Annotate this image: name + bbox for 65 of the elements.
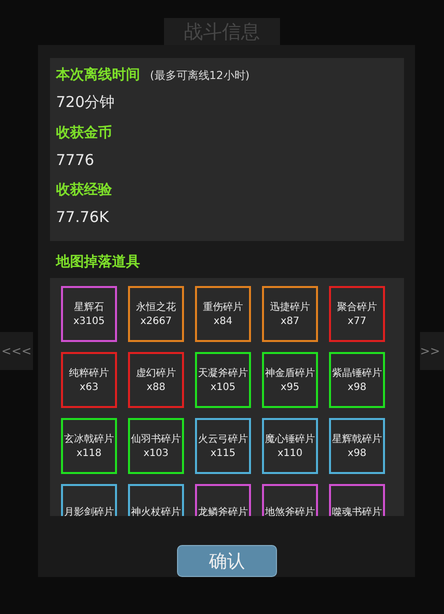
item-name: 天凝斧碎片 — [198, 366, 248, 380]
previous-button[interactable]: <<< — [0, 332, 33, 370]
item-name: 虚幻碎片 — [136, 366, 176, 380]
item-slot[interactable]: 仙羽书碎片 x103 — [128, 418, 184, 474]
item-slot[interactable]: 星辉戟碎片 x98 — [329, 418, 385, 474]
item-slot[interactable]: 天凝斧碎片 x105 — [195, 352, 251, 408]
item-count: x87 — [280, 316, 300, 328]
summary-value: 77.76K — [56, 208, 110, 226]
item-name: 地煞斧碎片 — [265, 506, 315, 516]
item-slot[interactable]: 虚幻碎片 x88 — [128, 352, 184, 408]
item-name: 玄冰戟碎片 — [64, 432, 114, 446]
item-slot[interactable]: 魔心锤碎片 x110 — [262, 418, 318, 474]
item-count: x105 — [210, 382, 236, 394]
item-slot[interactable]: 神火杖碎片 — [128, 484, 184, 516]
item-slot[interactable]: 神金盾碎片 x95 — [262, 352, 318, 408]
item-name: 永恒之花 — [136, 300, 176, 314]
item-name: 星辉戟碎片 — [332, 432, 382, 446]
item-slot[interactable]: 永恒之花 x2667 — [128, 286, 184, 342]
summary-label: 本次离线时间 — [56, 66, 140, 84]
item-count: x103 — [143, 448, 168, 460]
item-slot[interactable]: 月影剑碎片 — [61, 484, 117, 516]
item-slot[interactable]: 玄冰戟碎片 x118 — [61, 418, 117, 474]
item-slot[interactable]: 龙鳞斧碎片 — [195, 484, 251, 516]
item-slot[interactable]: 火云弓碎片 x115 — [195, 418, 251, 474]
item-count: x98 — [348, 448, 366, 460]
item-slot[interactable]: 聚合碎片 x77 — [329, 286, 385, 342]
item-name: 紫晶锤碎片 — [332, 366, 382, 380]
item-name: 火云弓碎片 — [198, 432, 248, 446]
item-name: 星辉石 — [74, 300, 104, 314]
item-name: 月影剑碎片 — [64, 506, 114, 516]
item-slot[interactable]: 紫晶锤碎片 x98 — [329, 352, 385, 408]
item-name: 龙鳞斧碎片 — [198, 506, 248, 516]
item-name: 神金盾碎片 — [265, 366, 315, 380]
item-count: x110 — [277, 448, 302, 460]
item-count: x115 — [210, 448, 236, 460]
summary-note: (最多可离线12小时) — [150, 68, 250, 83]
item-slot[interactable]: 迅捷碎片 x87 — [262, 286, 318, 342]
item-slot[interactable]: 重伤碎片 x84 — [195, 286, 251, 342]
item-name: 魔心锤碎片 — [265, 432, 315, 446]
item-count: x77 — [348, 316, 366, 328]
item-name: 噬魂书碎片 — [332, 506, 382, 516]
section-title: 地图掉落道具 — [56, 252, 141, 271]
summary-value: 720分钟 — [56, 93, 116, 112]
item-count: x63 — [80, 382, 98, 394]
item-count: x3105 — [73, 316, 105, 328]
item-slot[interactable]: 纯粹碎片 x63 — [61, 352, 117, 408]
item-slot[interactable]: 噬魂书碎片 — [329, 484, 385, 516]
item-name: 神火杖碎片 — [131, 506, 181, 516]
item-name: 仙羽书碎片 — [131, 432, 181, 446]
summary-label: 收获金币 — [56, 124, 112, 142]
item-name: 迅捷碎片 — [270, 300, 310, 314]
item-name: 纯粹碎片 — [69, 366, 109, 380]
item-slot[interactable]: 星辉石 x3105 — [61, 286, 117, 342]
item-name: 聚合碎片 — [337, 300, 377, 314]
item-count: x84 — [214, 316, 232, 328]
item-name: 重伤碎片 — [203, 300, 243, 314]
next-button[interactable]: >> — [420, 332, 444, 370]
item-slot[interactable]: 地煞斧碎片 — [262, 484, 318, 516]
item-count: x98 — [348, 382, 366, 394]
item-count: x88 — [146, 382, 166, 394]
item-count: x2667 — [140, 316, 172, 328]
item-count: x95 — [280, 382, 300, 394]
summary-value: 7776 — [56, 151, 96, 169]
summary-label: 收获经验 — [56, 181, 112, 199]
item-count: x118 — [76, 448, 102, 460]
